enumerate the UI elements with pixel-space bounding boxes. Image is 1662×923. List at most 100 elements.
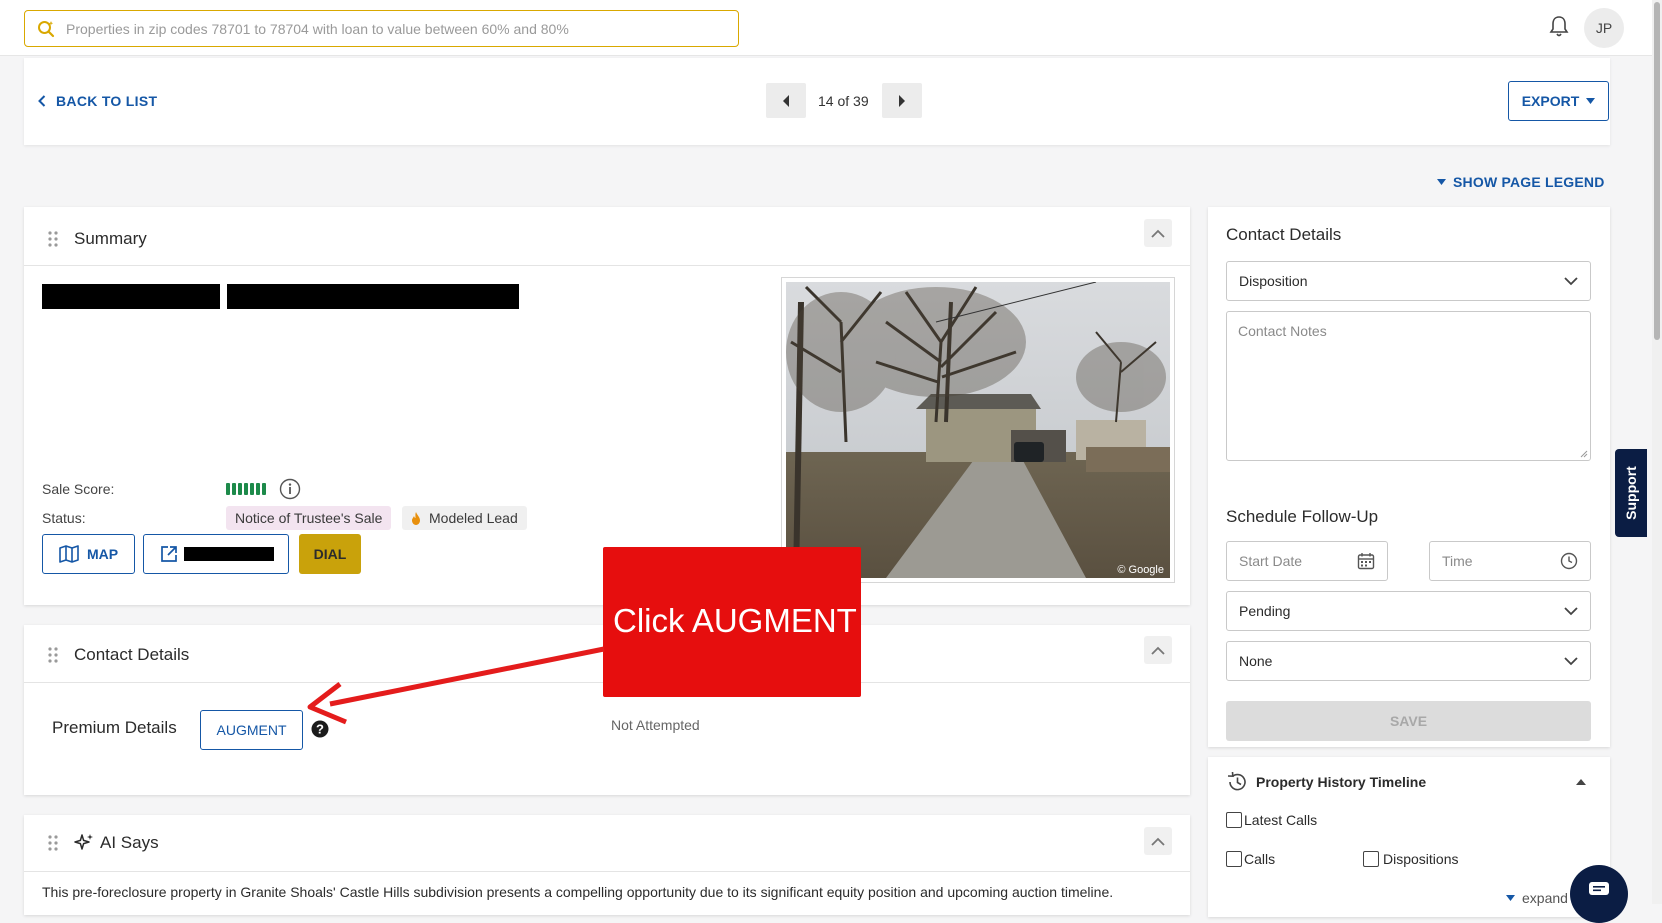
show-page-legend-toggle[interactable]: SHOW PAGE LEGEND bbox=[1437, 174, 1605, 190]
drag-handle-icon[interactable] bbox=[48, 647, 58, 663]
follow-up-status-select[interactable]: Pending bbox=[1226, 591, 1591, 631]
calls-check[interactable] bbox=[1226, 851, 1242, 867]
collapse-ai-says-button[interactable] bbox=[1144, 827, 1172, 855]
caret-down-icon bbox=[1586, 98, 1596, 104]
property-street-view-image[interactable]: © Google bbox=[786, 281, 1170, 579]
caret-left-icon bbox=[783, 94, 789, 107]
divider bbox=[24, 265, 1190, 266]
dial-button[interactable]: DIAL bbox=[299, 534, 361, 574]
back-to-list-label: BACK TO LIST bbox=[56, 93, 158, 109]
sparkle-icon bbox=[74, 834, 93, 850]
property-history-panel: Property History Timeline Latest Calls C… bbox=[1208, 757, 1610, 917]
calls-checkbox[interactable]: Calls bbox=[1226, 851, 1275, 867]
support-label: Support bbox=[1623, 466, 1639, 520]
search-bar[interactable] bbox=[24, 10, 739, 47]
disposition-placeholder: Disposition bbox=[1239, 273, 1308, 289]
augment-button[interactable]: AUGMENT bbox=[200, 710, 303, 750]
sale-score-bar bbox=[262, 483, 266, 495]
contact-details-header: Contact Details bbox=[48, 645, 189, 665]
contact-notes-textarea[interactable]: Contact Notes bbox=[1226, 311, 1591, 461]
clock-icon[interactable] bbox=[1560, 552, 1578, 570]
chevron-down-icon bbox=[1564, 656, 1578, 665]
latest-calls-label: Latest Calls bbox=[1244, 812, 1318, 828]
back-to-list-link[interactable]: BACK TO LIST bbox=[38, 93, 157, 109]
contact-notes-placeholder: Contact Notes bbox=[1238, 323, 1327, 339]
sale-score-bar bbox=[226, 483, 230, 495]
disposition-select[interactable]: Disposition bbox=[1226, 261, 1591, 301]
property-photo-frame: © Google bbox=[781, 277, 1175, 583]
save-button[interactable]: SAVE bbox=[1226, 701, 1591, 741]
help-icon[interactable]: ? bbox=[311, 720, 329, 738]
time-input[interactable]: Time bbox=[1429, 541, 1591, 581]
collapse-contact-details-button[interactable] bbox=[1144, 636, 1172, 664]
info-icon[interactable] bbox=[279, 478, 301, 500]
drag-handle-icon[interactable] bbox=[48, 835, 58, 851]
caret-down-icon bbox=[1506, 895, 1515, 901]
user-avatar[interactable]: JP bbox=[1584, 8, 1624, 48]
photo-credit: © Google bbox=[1117, 564, 1164, 576]
record-navigation-bar bbox=[24, 58, 1610, 145]
drag-handle-icon[interactable] bbox=[48, 231, 58, 247]
flame-icon bbox=[412, 511, 420, 525]
augment-label: AUGMENT bbox=[216, 722, 287, 738]
resize-handle-icon[interactable] bbox=[1580, 450, 1588, 458]
external-link-button[interactable] bbox=[143, 534, 289, 574]
map-label: MAP bbox=[86, 546, 119, 562]
ai-says-title: AI Says bbox=[100, 833, 159, 852]
annotation-callout-text: Click AUGMENT bbox=[613, 602, 857, 639]
map-icon bbox=[59, 545, 79, 563]
side-contact-details-title: Contact Details bbox=[1226, 225, 1342, 244]
sale-score-bar bbox=[244, 483, 248, 495]
latest-calls-checkbox[interactable]: Latest Calls bbox=[1226, 812, 1317, 828]
calendar-icon[interactable] bbox=[1357, 552, 1375, 570]
redacted-address bbox=[227, 284, 519, 309]
calls-label: Calls bbox=[1244, 851, 1276, 867]
modeled-lead-badge: Modeled Lead bbox=[402, 506, 527, 530]
dispositions-checkbox[interactable]: Dispositions bbox=[1363, 851, 1458, 867]
ai-says-header: AI Says bbox=[48, 833, 159, 853]
legend-label: SHOW PAGE LEGEND bbox=[1453, 174, 1605, 190]
export-button[interactable]: EXPORT bbox=[1508, 81, 1609, 121]
page-scrollbar[interactable] bbox=[1652, 0, 1662, 904]
caret-right-icon bbox=[899, 94, 905, 107]
ai-says-card: AI Says This pre-foreclosure property in… bbox=[24, 815, 1190, 915]
contact-details-title: Contact Details bbox=[74, 645, 190, 664]
premium-details-label: Premium Details bbox=[52, 718, 177, 737]
chevron-up-icon bbox=[1151, 837, 1165, 846]
chat-launcher-button[interactable] bbox=[1570, 865, 1628, 923]
map-button[interactable]: MAP bbox=[42, 534, 135, 574]
scrollbar-thumb[interactable] bbox=[1654, 2, 1660, 340]
ai-summary-text: This pre-foreclosure property in Granite… bbox=[42, 884, 1114, 900]
latest-calls-check[interactable] bbox=[1226, 812, 1242, 828]
svg-text:?: ? bbox=[316, 722, 324, 737]
contact-panel: Contact Details Disposition Contact Note… bbox=[1208, 207, 1610, 747]
summary-header: Summary bbox=[48, 229, 147, 249]
dispositions-check[interactable] bbox=[1363, 851, 1379, 867]
status-label: Status: bbox=[42, 510, 86, 526]
caret-up-icon[interactable] bbox=[1576, 779, 1586, 785]
collapse-summary-button[interactable] bbox=[1144, 219, 1172, 247]
dispositions-label: Dispositions bbox=[1383, 851, 1459, 867]
sale-score-bars bbox=[226, 483, 266, 495]
start-date-placeholder: Start Date bbox=[1239, 553, 1303, 569]
attempt-status: Not Attempted bbox=[611, 717, 700, 733]
follow-up-status-value: Pending bbox=[1239, 603, 1291, 619]
support-tab[interactable]: Support bbox=[1615, 449, 1647, 537]
start-date-input[interactable]: Start Date bbox=[1226, 541, 1388, 581]
record-counter: 14 of 39 bbox=[818, 93, 869, 109]
save-label: SAVE bbox=[1389, 713, 1428, 729]
external-link-icon bbox=[160, 546, 177, 562]
modeled-lead-label: Modeled Lead bbox=[429, 510, 518, 526]
chevron-up-icon bbox=[1151, 229, 1165, 238]
sale-score-bar bbox=[250, 483, 254, 495]
ai-search-icon bbox=[38, 20, 55, 37]
search-input[interactable] bbox=[66, 20, 706, 37]
sale-score-bar bbox=[238, 483, 242, 495]
sale-score-label: Sale Score: bbox=[42, 481, 115, 497]
notification-bell-icon[interactable] bbox=[1548, 14, 1570, 43]
next-record-button[interactable] bbox=[882, 83, 922, 118]
follow-up-type-select[interactable]: None bbox=[1226, 641, 1591, 681]
summary-title: Summary bbox=[74, 229, 147, 248]
status-badge: Notice of Trustee's Sale bbox=[226, 506, 392, 530]
previous-record-button[interactable] bbox=[766, 83, 806, 118]
